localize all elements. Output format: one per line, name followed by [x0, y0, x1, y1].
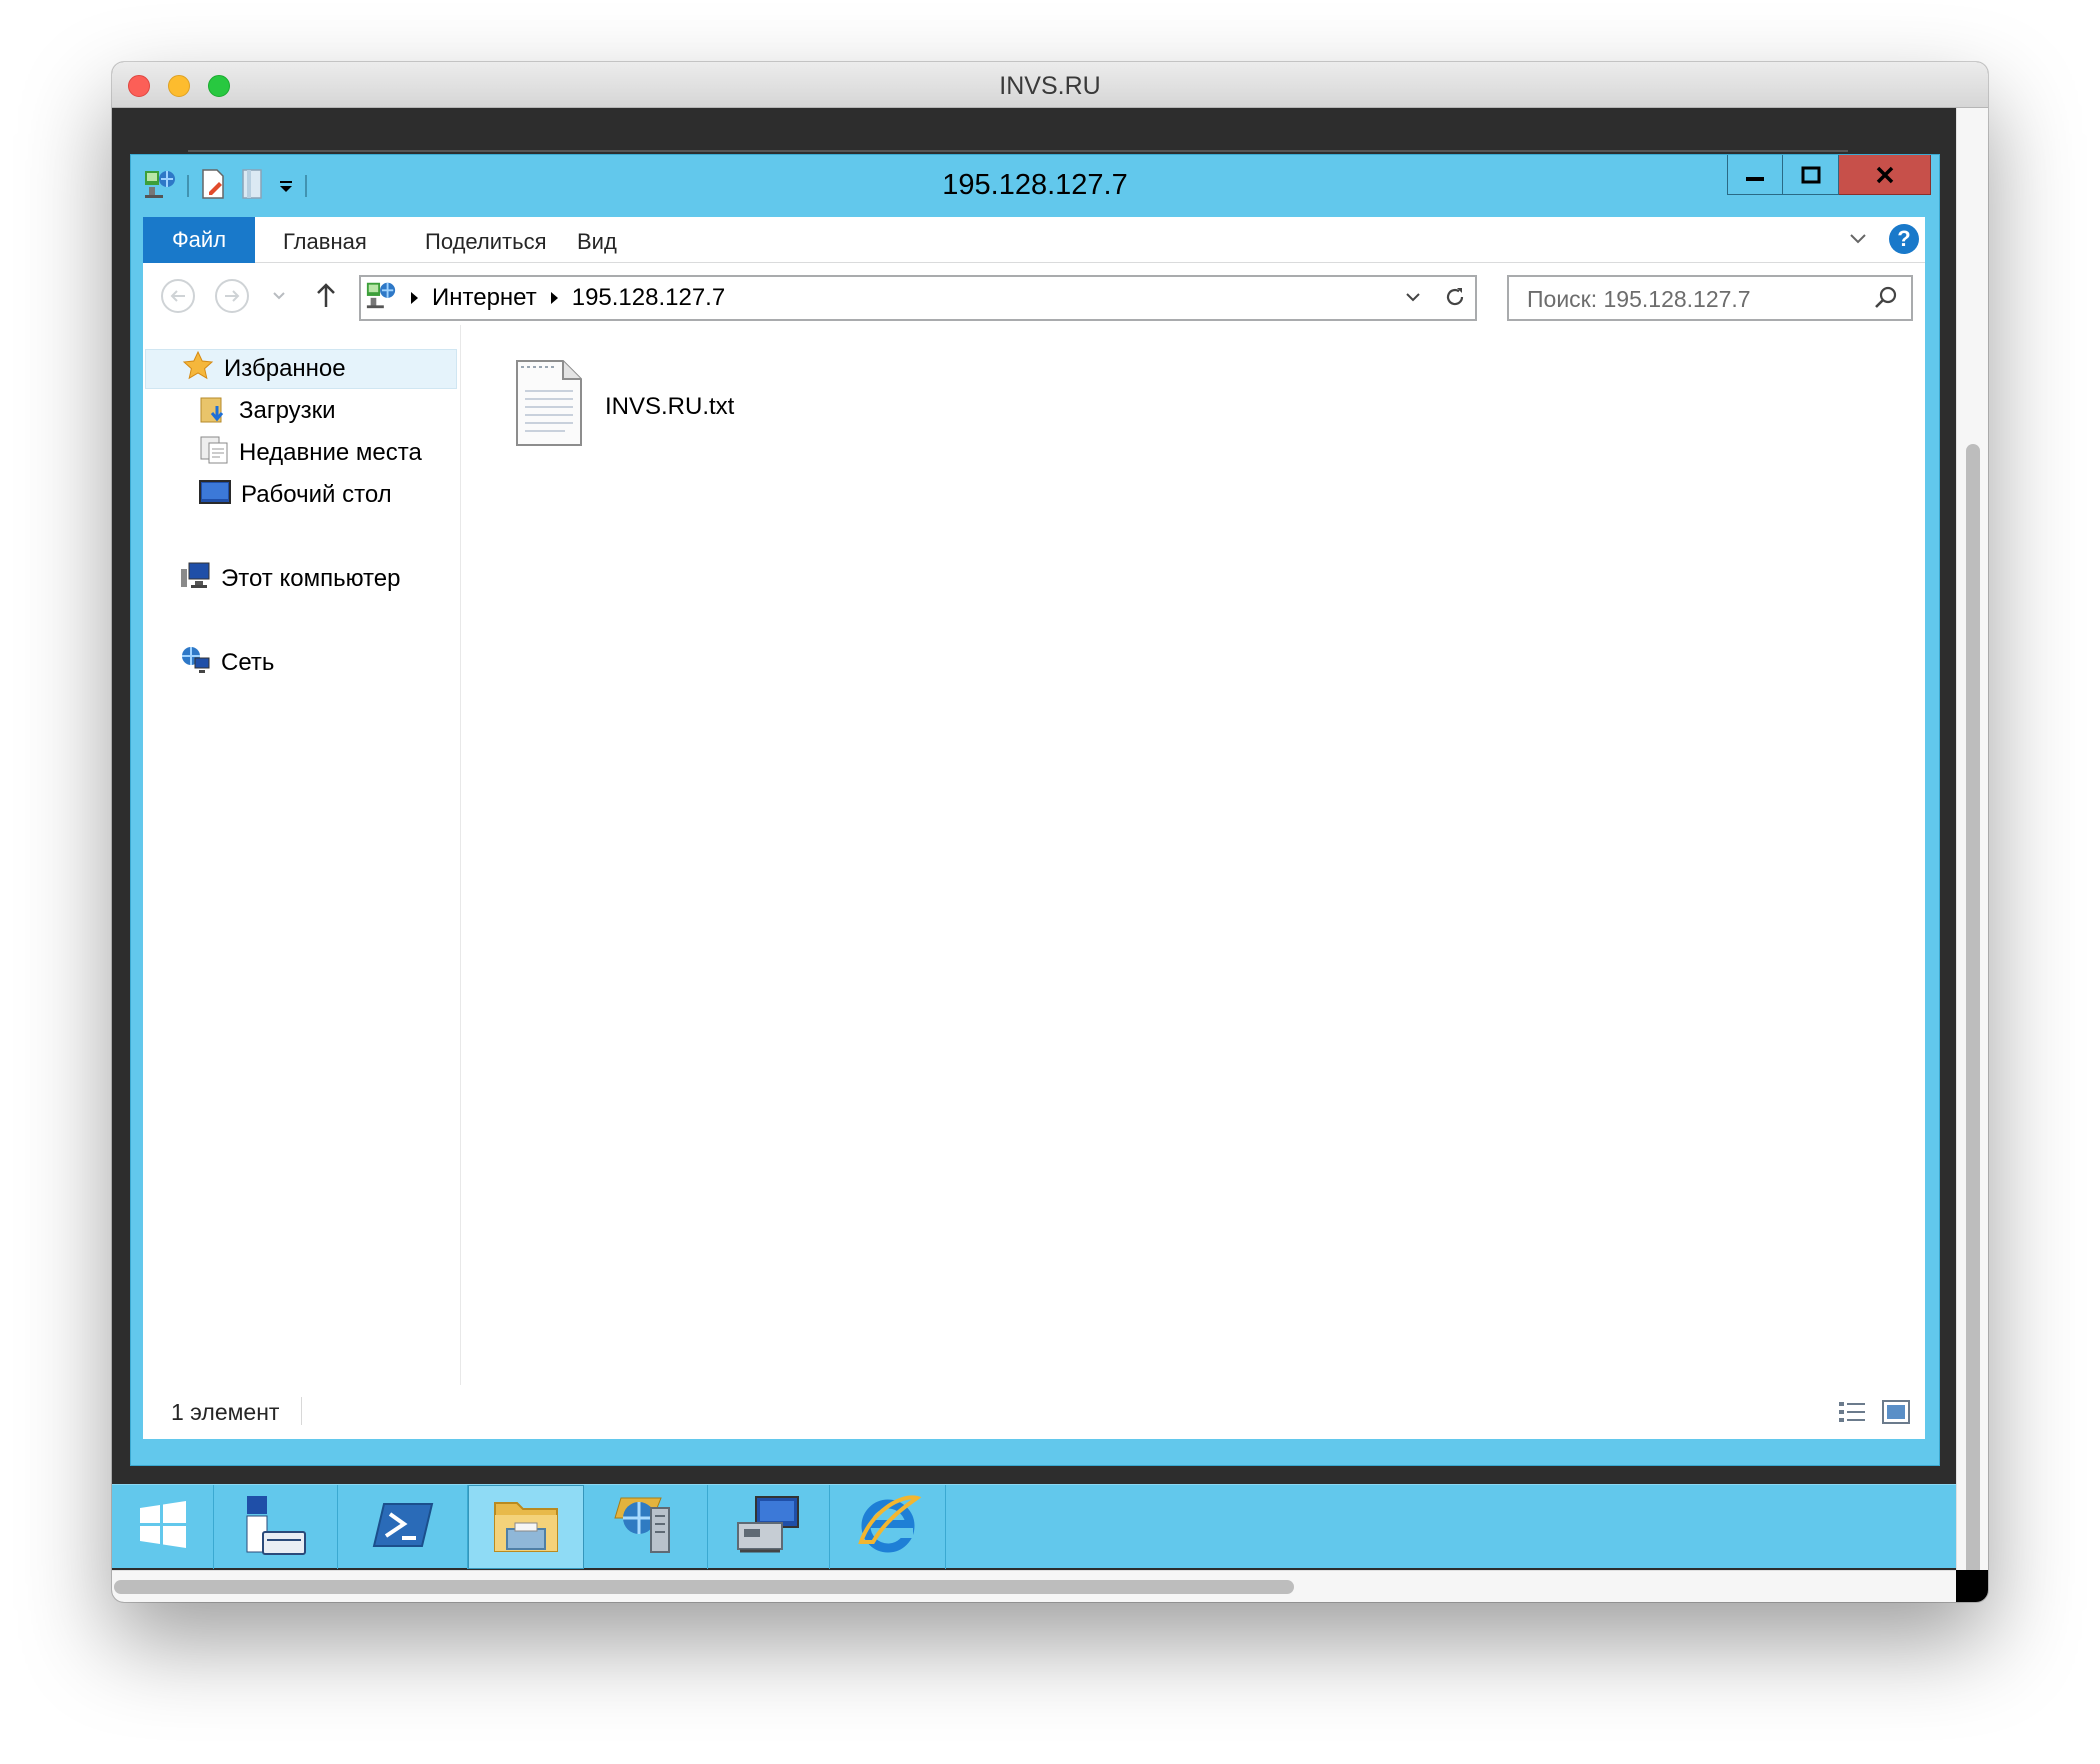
- view-switcher: [1837, 1399, 1911, 1430]
- taskbar-file-explorer[interactable]: [468, 1485, 584, 1569]
- tab-view[interactable]: Вид: [577, 229, 617, 255]
- file-explorer-icon: [491, 1493, 561, 1562]
- downloads-folder-icon: [199, 392, 229, 431]
- arrow-left-icon: [170, 290, 185, 302]
- breadcrumb-separator-icon[interactable]: [550, 292, 558, 304]
- search-icon[interactable]: [1873, 285, 1899, 316]
- taskbar-server-manager[interactable]: [214, 1485, 338, 1569]
- explorer-content: Избранное Загрузки Недавние места Рабочи…: [143, 325, 1925, 1439]
- sidebar-item-label: Избранное: [224, 355, 346, 382]
- horizontal-scroll-thumb[interactable]: [114, 1580, 1294, 1594]
- breadcrumb: Интернет 195.128.127.7: [365, 281, 725, 315]
- search-input[interactable]: Поиск: 195.128.127.7: [1527, 286, 1751, 313]
- taskbar-remote-desktop[interactable]: [708, 1485, 830, 1569]
- tab-file[interactable]: Файл: [143, 217, 255, 263]
- tab-share[interactable]: Поделиться: [425, 229, 546, 255]
- remote-desktop: 195.128.127.7 Файл Главная Поделиться Ви…: [112, 108, 1956, 1570]
- sidebar-item-label: Загрузки: [239, 397, 336, 424]
- server-manager-icon: [241, 1492, 311, 1563]
- start-button[interactable]: [112, 1485, 214, 1569]
- recent-places-icon: [199, 435, 229, 472]
- start-icon: [136, 1498, 190, 1557]
- mac-window: INVS.RU 195.128.127.7 Файл Главная Подел…: [112, 62, 1988, 1602]
- taskbar-internet-explorer[interactable]: [830, 1485, 946, 1569]
- explorer-titlebar[interactable]: 195.128.127.7: [131, 155, 1939, 217]
- star-icon: [182, 350, 214, 389]
- network-icon: [179, 644, 211, 683]
- sidebar-item-label: Этот компьютер: [221, 565, 401, 592]
- ribbon: Файл Главная Поделиться Вид ?: [143, 217, 1925, 263]
- sidebar-item-desktop[interactable]: Рабочий стол: [199, 475, 392, 515]
- powershell-icon: [372, 1500, 434, 1555]
- mac-titlebar[interactable]: INVS.RU: [112, 62, 1988, 108]
- recent-locations-icon[interactable]: [271, 289, 287, 307]
- navigation-bar: Интернет 195.128.127.7 Поиск: 195.128.12…: [143, 263, 1925, 325]
- forward-button[interactable]: [215, 279, 249, 313]
- maximize-button[interactable]: [1783, 155, 1839, 195]
- up-arrow-icon[interactable]: [315, 281, 337, 314]
- file-list: INVS.RU.txt: [461, 325, 1925, 1385]
- large-icons-view-icon[interactable]: [1881, 1399, 1911, 1430]
- mac-window-title: INVS.RU: [999, 72, 1101, 100]
- desktop-divider: [188, 150, 1848, 152]
- breadcrumb-internet[interactable]: Интернет: [432, 284, 537, 312]
- sidebar-item-label: Рабочий стол: [241, 481, 392, 508]
- close-icon: [1876, 166, 1893, 183]
- sidebar-item-this-pc[interactable]: Этот компьютер: [179, 559, 400, 599]
- sidebar-item-favorites[interactable]: Избранное: [145, 349, 457, 389]
- arrow-right-icon: [225, 290, 240, 302]
- minimize-button[interactable]: [1727, 155, 1783, 195]
- address-actions: [1403, 285, 1467, 314]
- address-bar[interactable]: Интернет 195.128.127.7: [359, 275, 1477, 321]
- navigation-pane: Избранное Загрузки Недавние места Рабочи…: [143, 325, 461, 1385]
- sidebar-item-recent[interactable]: Недавние места: [199, 433, 422, 473]
- computer-icon: [179, 561, 211, 598]
- status-divider: [301, 1397, 302, 1425]
- sidebar-item-label: Недавние места: [239, 439, 422, 466]
- address-dropdown-icon[interactable]: [1403, 289, 1423, 310]
- taskbar: [112, 1484, 1956, 1569]
- file-item[interactable]: INVS.RU.txt: [513, 359, 734, 454]
- horizontal-scrollbar[interactable]: [112, 1570, 1956, 1602]
- file-name: INVS.RU.txt: [605, 392, 735, 420]
- breadcrumb-current[interactable]: 195.128.127.7: [572, 284, 725, 312]
- scrollbar-corner: [1956, 1570, 1988, 1602]
- status-bar: 1 элемент: [143, 1385, 1925, 1439]
- vertical-scrollbar[interactable]: [1956, 108, 1988, 1602]
- vertical-scroll-thumb[interactable]: [1966, 444, 1980, 1602]
- window-controls: [1727, 155, 1931, 195]
- tab-home[interactable]: Главная: [283, 229, 367, 255]
- refresh-icon[interactable]: [1443, 285, 1467, 314]
- remote-desktop-icon: [734, 1493, 804, 1562]
- close-button[interactable]: [1839, 155, 1931, 195]
- taskbar-powershell[interactable]: [338, 1485, 468, 1569]
- search-box[interactable]: Поиск: 195.128.127.7: [1507, 275, 1913, 321]
- sidebar-item-label: Сеть: [221, 649, 275, 676]
- network-tool-icon: [613, 1492, 683, 1563]
- sidebar-item-network[interactable]: Сеть: [179, 643, 274, 683]
- explorer-window: 195.128.127.7 Файл Главная Поделиться Ви…: [130, 154, 1940, 1466]
- ribbon-expand-icon[interactable]: [1847, 227, 1869, 254]
- explorer-title: 195.128.127.7: [942, 169, 1128, 201]
- back-button[interactable]: [161, 279, 195, 313]
- help-icon[interactable]: ?: [1889, 224, 1919, 254]
- desktop-icon: [199, 478, 231, 513]
- breadcrumb-separator-icon[interactable]: [411, 292, 418, 304]
- maximize-icon: [1801, 166, 1820, 183]
- details-view-icon[interactable]: [1837, 1399, 1867, 1430]
- text-document-icon: [513, 359, 585, 454]
- internet-explorer-icon: [855, 1492, 922, 1563]
- sidebar-item-downloads[interactable]: Загрузки: [199, 391, 336, 431]
- item-count: 1 элемент: [171, 1399, 280, 1425]
- taskbar-network-tool[interactable]: [588, 1485, 708, 1569]
- minimize-icon: [1746, 176, 1764, 181]
- network-location-icon: [365, 279, 397, 318]
